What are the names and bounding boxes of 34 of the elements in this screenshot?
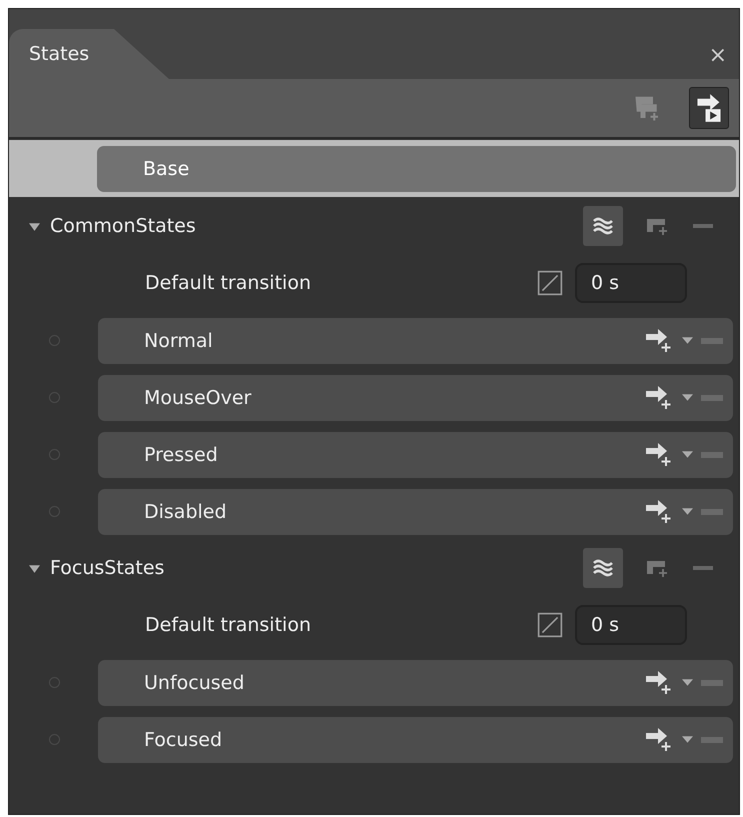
dropdown-caret-icon[interactable]: [682, 394, 693, 401]
dropdown-caret-icon[interactable]: [682, 337, 693, 344]
state-row[interactable]: MouseOver: [98, 374, 733, 420]
state-row[interactable]: Focused: [98, 716, 733, 762]
dropdown-caret-icon[interactable]: [682, 508, 693, 515]
linear-easing-icon[interactable]: [537, 612, 563, 638]
state-row[interactable]: Pressed: [98, 432, 733, 478]
duration-field[interactable]: 0 s: [575, 263, 687, 303]
state-row[interactable]: Normal: [98, 318, 733, 364]
state-row[interactable]: Disabled: [98, 488, 733, 534]
duration-field[interactable]: 0 s: [575, 605, 687, 645]
easing-button[interactable]: [583, 548, 623, 588]
state-name: Unfocused: [144, 672, 244, 694]
arrow-play-icon: [695, 93, 723, 123]
dropdown-caret-icon[interactable]: [682, 679, 693, 686]
state-name: Pressed: [144, 444, 218, 466]
easing-button[interactable]: [583, 206, 623, 246]
linear-easing-icon[interactable]: [537, 270, 563, 296]
state-name: MouseOver: [144, 386, 252, 408]
transition-label: Default transition: [145, 272, 312, 294]
base-state-label: Base: [97, 146, 736, 192]
state-name: Normal: [144, 330, 213, 352]
transition-label: Default transition: [145, 614, 312, 636]
state-name: Disabled: [144, 500, 227, 522]
dropdown-caret-icon[interactable]: [682, 451, 693, 458]
transition-preview-button[interactable]: [689, 87, 729, 129]
state-group-name: FocusStates: [50, 557, 164, 579]
close-button[interactable]: ×: [708, 43, 727, 68]
state-group-name: CommonStates: [50, 215, 196, 237]
state-row[interactable]: Unfocused: [98, 660, 733, 706]
panel-tab[interactable]: States: [9, 29, 169, 79]
base-state-row[interactable]: Base: [9, 140, 739, 197]
dropdown-caret-icon[interactable]: [682, 736, 693, 743]
state-name: Focused: [144, 728, 222, 750]
